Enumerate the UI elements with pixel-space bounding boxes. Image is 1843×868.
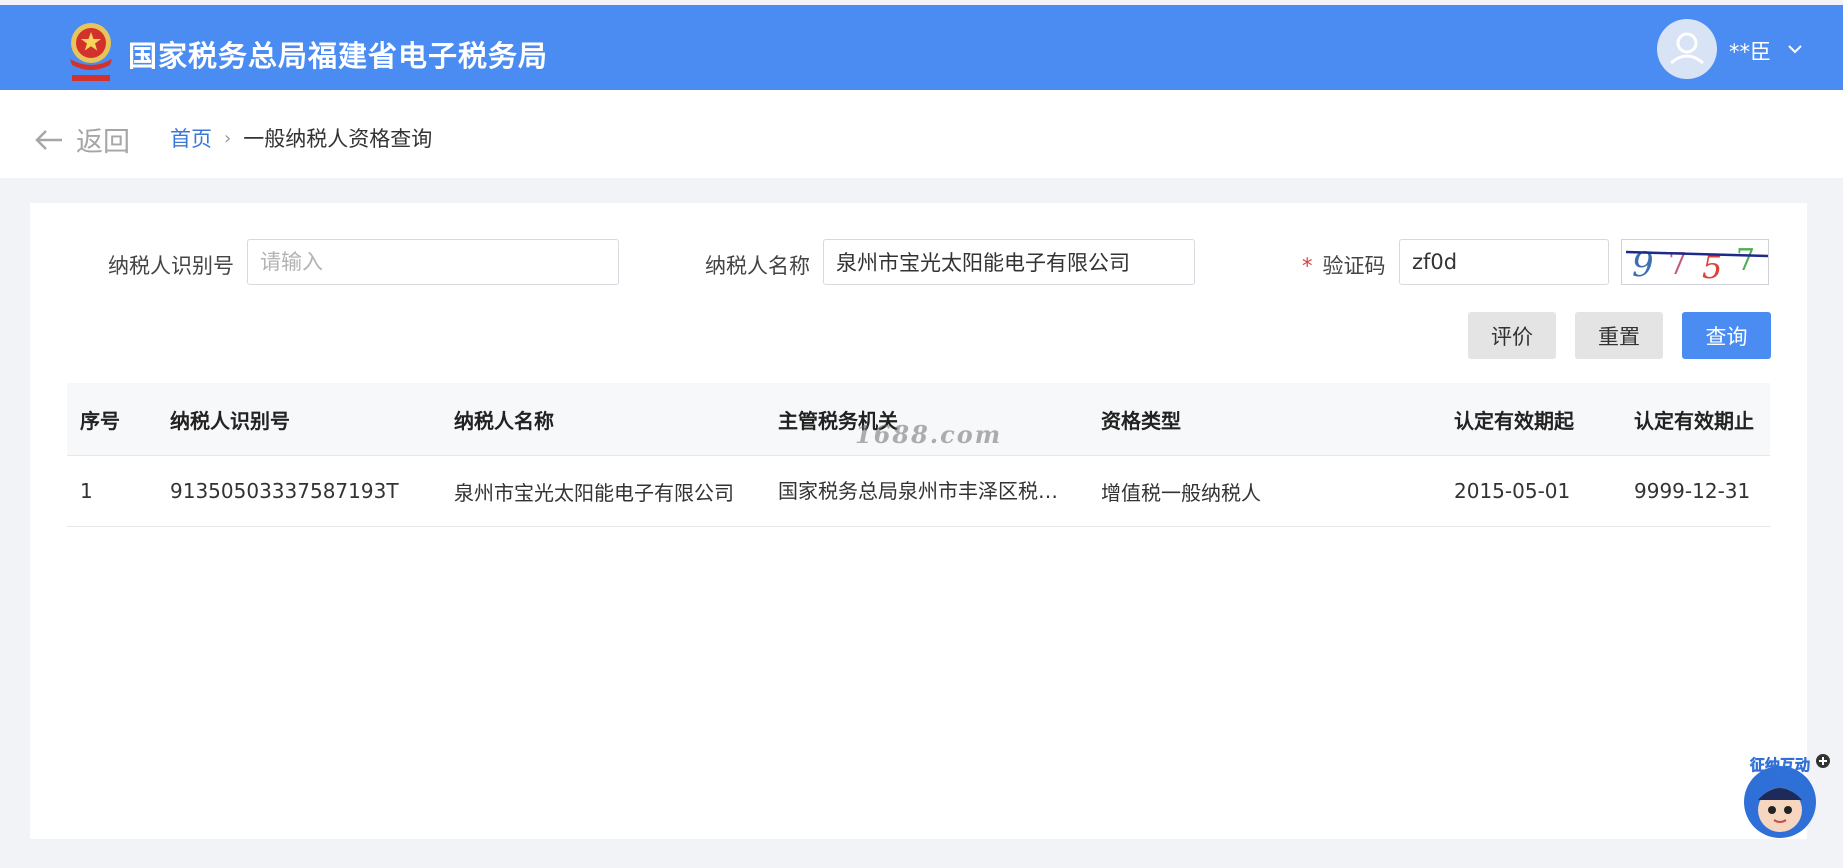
captcha-image[interactable]: 9 7 5 7	[1621, 239, 1769, 286]
reset-button[interactable]: 重置	[1575, 312, 1663, 359]
table-cell-taxpayer-id: 91350503337587193T	[170, 479, 399, 503]
column-header: 纳税人名称	[454, 408, 554, 433]
back-label: 返回	[76, 127, 130, 158]
results-table: 序号 纳税人识别号 纳税人名称 主管税务机关 资格类型 认定有效期起 认定有效期…	[67, 383, 1770, 527]
user-icon	[1670, 32, 1704, 65]
breadcrumb-separator: ›	[224, 127, 232, 149]
taxpayer-id-label: 纳税人识别号	[108, 254, 234, 278]
captcha-label-text: 验证码	[1322, 254, 1386, 278]
chevron-down-icon[interactable]	[1787, 43, 1803, 55]
breadcrumb-home[interactable]: 首页	[170, 123, 212, 153]
captcha-digit: 9	[1632, 245, 1654, 284]
tax-emblem-icon	[70, 23, 112, 81]
evaluate-button[interactable]: 评价	[1468, 312, 1556, 359]
user-name[interactable]: **臣	[1729, 36, 1771, 66]
mascot-label: 征纳互动	[1750, 756, 1810, 774]
table-body: 1 91350503337587193T 泉州市宝光太阳能电子有限公司 国家税务…	[67, 456, 1770, 527]
back-button[interactable]: 返回	[34, 120, 130, 159]
taxpayer-name-input[interactable]	[823, 239, 1195, 285]
breadcrumb: 首页 › 一般纳税人资格查询	[170, 123, 432, 153]
sub-header: 返回 首页 › 一般纳税人资格查询	[0, 90, 1843, 178]
table-cell-taxpayer-name: 泉州市宝光太阳能电子有限公司	[454, 480, 734, 505]
taxpayer-name-label: 纳税人名称	[705, 254, 810, 278]
column-header: 纳税人识别号	[170, 408, 290, 433]
query-panel: 纳税人识别号 纳税人名称 * 验证码 9 7 5 7 评价 重置 查询 序号 纳税…	[30, 203, 1807, 839]
top-bar: 国家税务总局福建省电子税务局 **臣	[0, 5, 1843, 90]
table-cell-index: 1	[80, 479, 93, 503]
table-cell-valid-to: 9999-12-31	[1634, 479, 1751, 503]
captcha-graphic: 9 7 5 7	[1625, 243, 1769, 286]
tax-authority-text: 国家税务总局泉州市丰泽区税…	[778, 479, 1058, 503]
column-header: 序号	[80, 408, 120, 433]
breadcrumb-current: 一般纳税人资格查询	[243, 127, 433, 151]
captcha-digit: 7	[1736, 243, 1755, 278]
watermark: 1688.com	[855, 420, 1003, 449]
assistant-mascot-button[interactable]: 征纳互动	[1730, 752, 1830, 842]
app-title: 国家税务总局福建省电子税务局	[128, 39, 549, 73]
user-avatar[interactable]	[1657, 19, 1717, 79]
captcha-label: * 验证码	[1302, 250, 1386, 280]
table-row[interactable]: 1 91350503337587193T 泉州市宝光太阳能电子有限公司 国家税务…	[67, 456, 1770, 527]
mascot-icon: 征纳互动	[1744, 754, 1830, 838]
column-header: 认定有效期止	[1634, 408, 1754, 433]
query-button[interactable]: 查询	[1682, 312, 1771, 359]
table-cell-qualification-type: 增值税一般纳税人	[1101, 480, 1261, 505]
table-cell-tax-authority: 国家税务总局泉州市丰泽区税…	[778, 456, 1073, 526]
taxpayer-id-input[interactable]	[247, 239, 619, 285]
column-header: 资格类型	[1101, 408, 1181, 433]
table-cell-valid-from: 2015-05-01	[1454, 479, 1571, 503]
column-header: 认定有效期起	[1454, 408, 1574, 433]
arrow-left-icon	[35, 129, 62, 150]
captcha-input[interactable]	[1399, 239, 1609, 285]
required-mark: *	[1302, 254, 1313, 278]
